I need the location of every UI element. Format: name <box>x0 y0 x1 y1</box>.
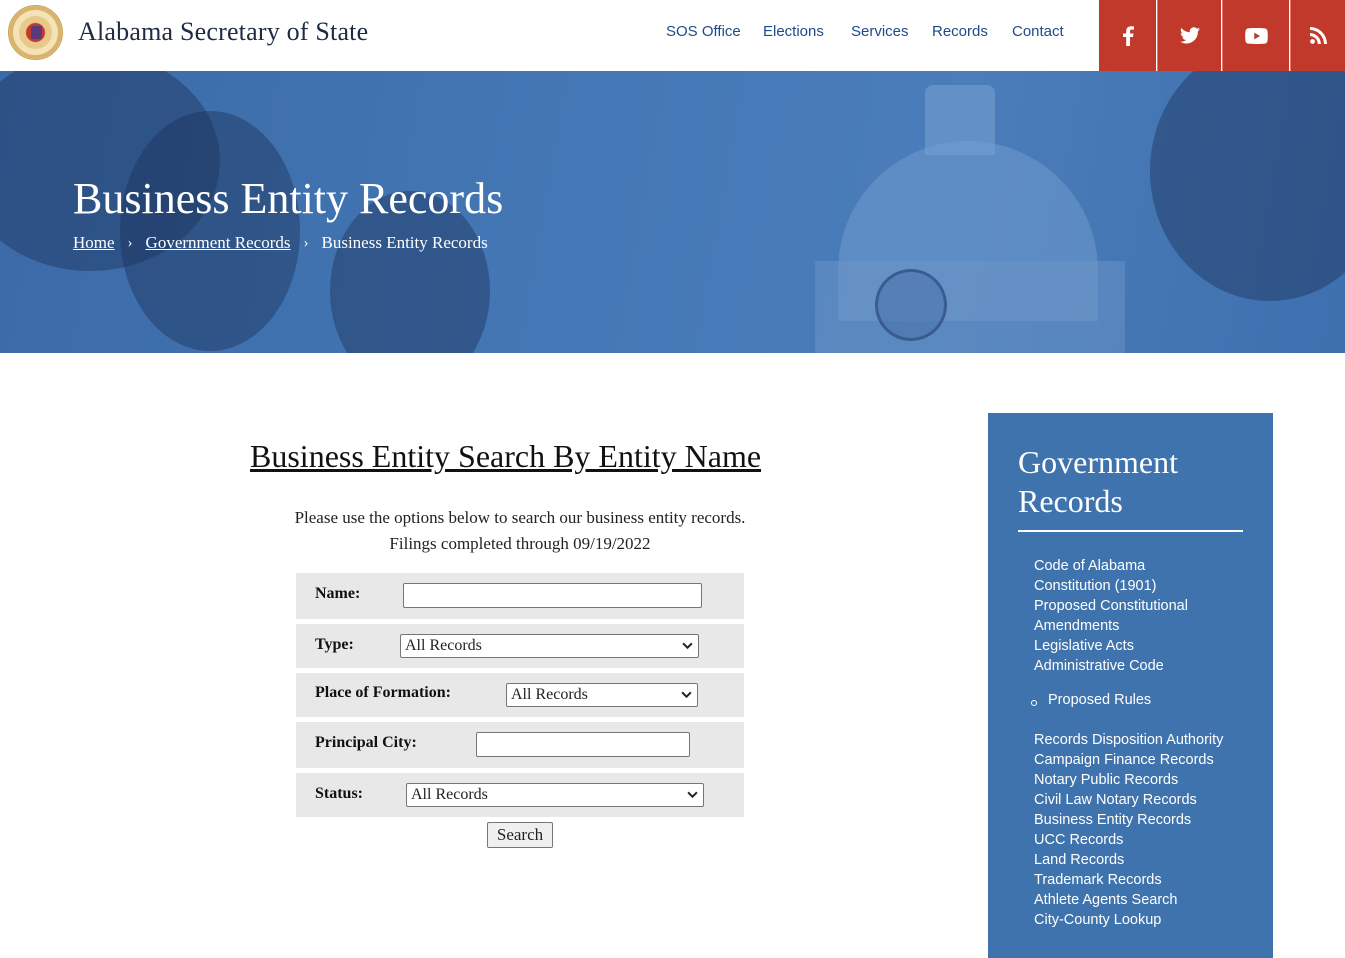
breadcrumb-current: Business Entity Records <box>321 233 488 252</box>
chevron-right-icon: › <box>127 234 133 251</box>
nav-services[interactable]: Services <box>851 23 909 40</box>
status-select-value: All Records <box>411 786 488 803</box>
nav-records[interactable]: Records <box>932 23 988 40</box>
youtube-button[interactable] <box>1222 0 1289 71</box>
type-select[interactable]: All Records <box>400 634 699 658</box>
sidebar-link-trademark-records[interactable]: Trademark Records <box>1034 872 1162 888</box>
city-label: Principal City: <box>315 734 417 751</box>
formation-select[interactable]: All Records <box>506 683 698 707</box>
name-input[interactable] <box>403 583 702 608</box>
sidebar-link-records-disposition[interactable]: Records Disposition Authority <box>1034 732 1223 748</box>
nav-elections[interactable]: Elections <box>763 23 824 40</box>
sidebar-link-proposed-amendments-cont[interactable]: Amendments <box>1034 618 1119 634</box>
government-records-sidebar: Government Records Code of Alabama Const… <box>988 413 1273 958</box>
sidebar-link-proposed-amendments[interactable]: Proposed Constitutional <box>1034 598 1188 614</box>
sidebar-divider <box>1018 530 1243 532</box>
sidebar-link-civil-law-notary[interactable]: Civil Law Notary Records <box>1034 792 1197 808</box>
sidebar-link-administrative-code[interactable]: Administrative Code <box>1034 658 1164 674</box>
sidebar-link-land-records[interactable]: Land Records <box>1034 852 1124 868</box>
sidebar-link-code-of-alabama[interactable]: Code of Alabama <box>1034 558 1145 574</box>
circle-bullet-icon <box>1031 700 1037 706</box>
search-button[interactable]: Search <box>487 822 553 848</box>
chevron-down-icon <box>687 791 698 799</box>
chevron-right-icon: › <box>303 234 309 251</box>
status-select[interactable]: All Records <box>406 783 704 807</box>
sidebar-link-campaign-finance[interactable]: Campaign Finance Records <box>1034 752 1214 768</box>
city-row: Principal City: <box>296 722 744 768</box>
nav-sos-office[interactable]: SOS Office <box>666 23 741 40</box>
sidebar-link-city-county-lookup[interactable]: City-County Lookup <box>1034 912 1161 928</box>
rss-button[interactable] <box>1290 0 1345 71</box>
chevron-down-icon <box>682 642 693 650</box>
formation-row: Place of Formation: All Records <box>296 673 744 717</box>
name-row: Name: <box>296 573 744 619</box>
sidebar-link-legislative-acts[interactable]: Legislative Acts <box>1034 638 1134 654</box>
tree-silhouette <box>1150 71 1345 301</box>
city-input[interactable] <box>476 732 690 757</box>
name-label: Name: <box>315 585 361 602</box>
tree-silhouette <box>120 111 300 351</box>
sidebar-link-athlete-agents[interactable]: Athlete Agents Search <box>1034 892 1178 908</box>
rss-icon <box>1309 27 1327 44</box>
filings-date-text: Filings completed through 09/19/2022 <box>389 534 651 553</box>
twitter-icon <box>1179 27 1200 44</box>
sidebar-link-proposed-rules[interactable]: Proposed Rules <box>1048 692 1151 708</box>
facebook-icon <box>1122 25 1134 46</box>
search-heading: Business Entity Search By Entity Name <box>250 438 762 474</box>
nav-contact[interactable]: Contact <box>1012 23 1064 40</box>
site-title[interactable]: Alabama Secretary of State <box>78 17 368 47</box>
capitol-drum <box>815 261 1125 353</box>
twitter-button[interactable] <box>1157 0 1221 71</box>
status-row: Status: All Records <box>296 773 744 817</box>
capitol-clock <box>875 269 947 341</box>
page-title: Business Entity Records <box>73 174 504 223</box>
type-row: Type: All Records <box>296 624 744 668</box>
breadcrumb: Home › Government Records › Business Ent… <box>73 233 488 253</box>
state-seal-logo[interactable] <box>8 5 63 60</box>
status-label: Status: <box>315 785 364 802</box>
intro-text: Please use the options below to search o… <box>294 508 746 527</box>
chevron-down-icon <box>681 691 692 699</box>
type-select-value: All Records <box>405 637 482 654</box>
formation-label: Place of Formation: <box>315 684 451 701</box>
sidebar-link-notary-public[interactable]: Notary Public Records <box>1034 772 1178 788</box>
breadcrumb-home[interactable]: Home <box>73 233 115 253</box>
type-label: Type: <box>315 636 354 653</box>
hero-banner: Business Entity Records Home › Governmen… <box>0 71 1345 353</box>
facebook-button[interactable] <box>1099 0 1156 71</box>
search-intro: Please use the options below to search o… <box>200 505 840 557</box>
youtube-icon <box>1244 27 1268 44</box>
sidebar-title: Government Records <box>1018 444 1178 519</box>
formation-select-value: All Records <box>511 686 588 703</box>
sidebar-link-ucc-records[interactable]: UCC Records <box>1034 832 1123 848</box>
breadcrumb-government-records[interactable]: Government Records <box>146 233 291 253</box>
sidebar-link-constitution[interactable]: Constitution (1901) <box>1034 578 1157 594</box>
site-header: Alabama Secretary of State SOS Office El… <box>0 0 1345 71</box>
sidebar-link-business-entity[interactable]: Business Entity Records <box>1034 812 1191 828</box>
